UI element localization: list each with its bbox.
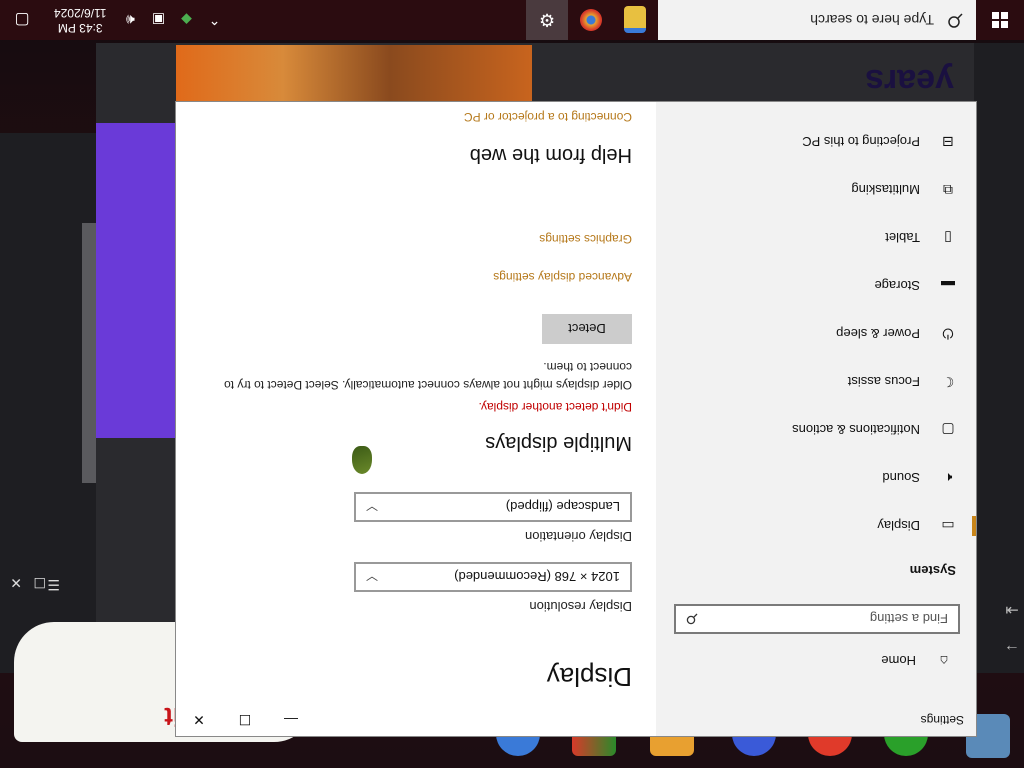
help-heading: Help from the web	[469, 144, 632, 166]
sidebar-item-home[interactable]: ⌂ Home	[656, 648, 976, 674]
taskbar-search[interactable]: Type here to search	[658, 0, 976, 40]
taskbar: Type here to search ⚙ ⌃ ◆ ▣ 🔊︎ 3:43 PM 1…	[0, 0, 1024, 40]
notification-center-button[interactable]: ▢	[0, 0, 44, 40]
sidebar-item-sound[interactable]: 🔈︎ Sound	[656, 460, 976, 496]
sidebar-item-label: Home	[881, 653, 916, 669]
settings-app-button[interactable]: ⚙	[526, 0, 568, 40]
chrome-canary-button[interactable]	[570, 0, 612, 40]
sidebar-item-notifications[interactable]: ▢ Notifications & actions	[656, 412, 976, 448]
settings-sidebar: Settings ⌂ Home Find a setting System ▭ …	[656, 102, 976, 736]
home-icon: ⌂	[939, 653, 949, 669]
background-panel: ☰ ☐ ✕	[0, 133, 96, 673]
folder-icon	[624, 6, 646, 34]
chevron-up-icon[interactable]: ⌃	[204, 9, 226, 31]
close-button[interactable]: ✕	[176, 704, 222, 736]
multitask-icon: ⧉	[943, 182, 953, 199]
power-icon: ⏻	[942, 326, 954, 343]
sidebar-item-focus-assist[interactable]: ☾ Focus assist	[656, 364, 976, 400]
file-explorer-button[interactable]	[614, 0, 656, 40]
graphics-settings-link[interactable]: Graphics settings	[539, 232, 632, 246]
help-link[interactable]: Connecting to a projector or PC	[464, 110, 632, 124]
chevron-down-icon: ﹀	[366, 568, 379, 582]
gear-icon: ⚙	[538, 10, 556, 31]
detect-description: Older displays might not always connect …	[224, 360, 632, 392]
orientation-label: Display orientation	[525, 529, 632, 544]
mascot-sticker	[352, 446, 372, 474]
volume-icon[interactable]: 🔊︎	[120, 9, 142, 31]
chrome-canary-icon	[580, 9, 602, 31]
page-title: Display	[546, 662, 632, 692]
chevron-down-icon: ﹀	[366, 498, 379, 512]
background-sidebar: → ⇥	[974, 43, 1024, 673]
moon-icon: ☾	[941, 374, 955, 391]
clock[interactable]: 3:43 PM 11/6/2024	[44, 5, 117, 35]
maximize-icon[interactable]: ☐	[33, 574, 46, 591]
sidebar-item-label: Sound	[882, 470, 920, 486]
sidebar-item-tablet[interactable]: ▯ Tablet	[656, 220, 976, 256]
sidebar-item-power[interactable]: ⏻ Power & sleep	[656, 316, 976, 352]
search-placeholder: Find a setting	[869, 611, 948, 627]
orientation-value: Landscape (flipped)	[505, 499, 620, 515]
project-icon: ⊟	[942, 134, 954, 151]
minimize-button[interactable]: —	[268, 704, 314, 736]
settings-content: — ☐ ✕ Display Display resolution 1024 × …	[176, 102, 656, 736]
settings-search-input[interactable]: Find a setting	[674, 604, 960, 634]
sidebar-item-label: Projecting to this PC	[802, 134, 920, 150]
scrollbar[interactable]	[82, 223, 96, 483]
sidebar-item-storage[interactable]: ▬ Storage	[656, 268, 976, 304]
close-icon[interactable]: ✕	[10, 574, 22, 591]
title-bar: Settings	[656, 704, 976, 736]
system-tray: ⌃ ◆ ▣ 🔊︎ 3:43 PM 11/6/2024 ▢	[0, 0, 229, 40]
drive-icon: ▬	[941, 278, 955, 294]
message-icon: ▢	[941, 422, 955, 439]
tablet-icon: ▯	[944, 230, 952, 247]
detect-button[interactable]: Detect	[542, 314, 632, 344]
detect-warning: Didn't detect another display.	[478, 400, 633, 414]
search-icon	[948, 13, 963, 28]
sidebar-item-label: Notifications & actions	[792, 422, 920, 438]
search-placeholder: Type here to search	[810, 12, 934, 28]
sidebar-item-label: Focus assist	[847, 374, 920, 390]
clock-date: 11/6/2024	[54, 6, 107, 20]
sidebar-item-label: Power & sleep	[836, 326, 920, 342]
windows-icon	[992, 12, 1008, 28]
resolution-dropdown[interactable]: 1024 × 768 (Recommended) ﹀	[354, 562, 632, 592]
monitor-icon: ▭	[941, 518, 955, 535]
sidebar-group-title: System	[909, 563, 956, 578]
screen: years → ⇥ ☰ ☐ ✕ ...o eat shit ...rick ..…	[0, 0, 1024, 768]
sidebar-item-display[interactable]: ▭ Display	[656, 508, 976, 544]
sidebar-item-label: Tablet	[885, 230, 920, 246]
app-tray-icon[interactable]: ◆	[176, 9, 198, 31]
advanced-display-link[interactable]: Advanced display settings	[493, 270, 632, 284]
arrow-icon[interactable]: →	[1000, 637, 1024, 661]
maximize-button[interactable]: ☐	[222, 704, 268, 736]
sidebar-item-label: Multitasking	[851, 182, 920, 198]
menu-icon[interactable]: ☰	[47, 576, 60, 593]
resolution-label: Display resolution	[529, 599, 632, 614]
sidebar-item-label: Display	[877, 518, 920, 534]
settings-window: Settings ⌂ Home Find a setting System ▭ …	[176, 102, 976, 736]
resolution-value: 1024 × 768 (Recommended)	[454, 569, 620, 585]
speaker-icon: 🔈︎	[943, 470, 953, 487]
background-heading: years	[865, 62, 954, 100]
sidebar-item-multitasking[interactable]: ⧉ Multitasking	[656, 172, 976, 208]
start-button[interactable]	[976, 0, 1024, 40]
sidebar-item-projecting[interactable]: ⊟ Projecting to this PC	[656, 124, 976, 160]
window-title: Settings	[920, 713, 964, 727]
multiple-displays-heading: Multiple displays	[485, 432, 632, 454]
import-icon[interactable]: ⇥	[1000, 597, 1024, 621]
orientation-dropdown[interactable]: Landscape (flipped) ﹀	[354, 492, 632, 522]
notification-icon: ▢	[14, 11, 30, 28]
sidebar-item-label: Storage	[874, 278, 920, 294]
search-icon	[686, 613, 698, 625]
network-icon[interactable]: ▣	[148, 9, 170, 31]
clock-time: 3:43 PM	[57, 21, 103, 35]
